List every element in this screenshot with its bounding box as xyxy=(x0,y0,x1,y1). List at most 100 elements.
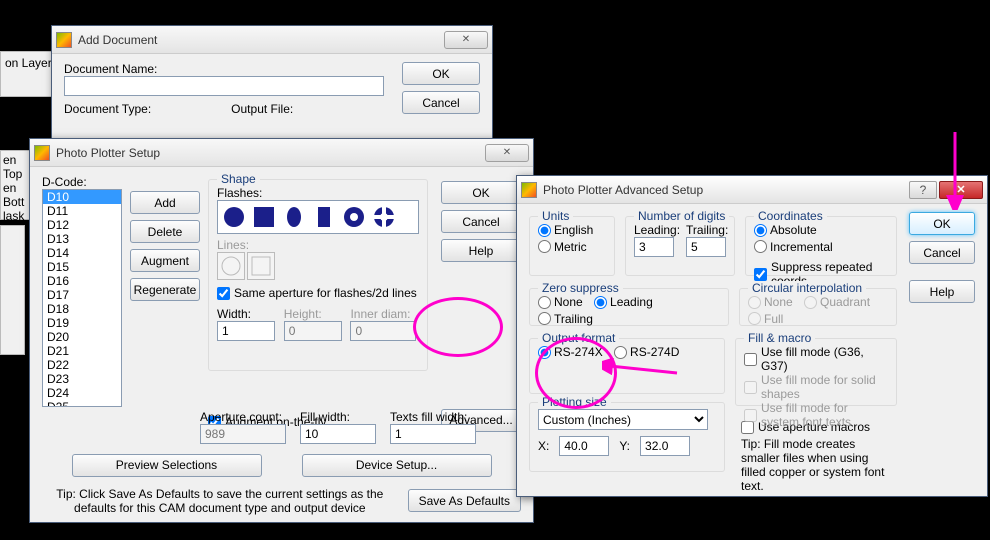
plot-x-input[interactable] xyxy=(559,436,609,456)
list-item[interactable]: D13 xyxy=(43,232,121,246)
adv-tip-text: Tip: Fill mode creates smaller files whe… xyxy=(735,437,901,493)
use-fill-checkbox[interactable] xyxy=(744,353,757,366)
photo-plotter-setup-dialog: Photo Plotter Setup ✕ D-Code: D10 D11 D1… xyxy=(29,138,534,523)
list-item[interactable]: D12 xyxy=(43,218,121,232)
app-icon xyxy=(56,32,72,48)
shape-group-label: Shape xyxy=(217,172,260,186)
fill-width-input[interactable] xyxy=(300,424,376,444)
add-doc-ok-button[interactable]: OK xyxy=(402,62,480,85)
adv-help-button[interactable]: Help xyxy=(909,280,975,303)
preview-selections-button[interactable]: Preview Selections xyxy=(72,454,262,477)
help-icon[interactable]: ? xyxy=(909,181,937,199)
augment-button[interactable]: Augment xyxy=(130,249,200,272)
fill-width-label: Fill width: xyxy=(300,410,350,424)
metric-radio[interactable] xyxy=(538,240,551,253)
english-radio[interactable] xyxy=(538,224,551,237)
zero-none-label: None xyxy=(554,295,583,309)
list-item[interactable]: D25 xyxy=(43,400,121,407)
pps-help-button[interactable]: Help xyxy=(441,239,521,262)
flash-rect-icon[interactable] xyxy=(310,203,338,231)
save-defaults-button[interactable]: Save As Defaults xyxy=(408,489,521,512)
plotting-size-legend: Plotting size xyxy=(538,395,611,409)
document-name-input[interactable] xyxy=(64,76,384,96)
leading-label: Leading: xyxy=(634,223,680,237)
list-item[interactable]: D15 xyxy=(43,260,121,274)
incremental-radio[interactable] xyxy=(754,240,767,253)
bg-item-0: en Top xyxy=(3,153,22,181)
device-setup-button[interactable]: Device Setup... xyxy=(302,454,492,477)
list-item[interactable]: D11 xyxy=(43,204,121,218)
list-item[interactable]: D24 xyxy=(43,386,121,400)
list-item[interactable]: D17 xyxy=(43,288,121,302)
rs274x-radio[interactable] xyxy=(538,346,551,359)
flashes-label: Flashes: xyxy=(217,186,419,200)
texts-fill-width-input[interactable] xyxy=(390,424,476,444)
list-item[interactable]: D18 xyxy=(43,302,121,316)
add-button[interactable]: Add xyxy=(130,191,200,214)
english-label: English xyxy=(554,223,593,237)
regenerate-button[interactable]: Regenerate xyxy=(130,278,200,301)
circ-quad-label: Quadrant xyxy=(820,295,870,309)
metric-label: Metric xyxy=(554,240,587,254)
pps-cancel-button[interactable]: Cancel xyxy=(441,210,521,233)
same-aperture-checkbox[interactable] xyxy=(217,287,230,300)
circ-full-label: Full xyxy=(764,312,783,326)
flash-circle-icon[interactable] xyxy=(220,203,248,231)
flash-square-icon[interactable] xyxy=(250,203,278,231)
trailing-input[interactable] xyxy=(686,237,726,257)
suppress-coords-checkbox[interactable] xyxy=(754,268,767,281)
circ-none-radio xyxy=(748,296,761,309)
document-type-label: Document Type: xyxy=(64,102,151,116)
rs274d-radio[interactable] xyxy=(614,346,627,359)
zero-trailing-radio[interactable] xyxy=(538,312,551,325)
list-item[interactable]: D20 xyxy=(43,330,121,344)
rs274x-label: RS-274X xyxy=(554,345,603,359)
flash-oval-icon[interactable] xyxy=(280,203,308,231)
zero-none-radio[interactable] xyxy=(538,296,551,309)
width-input[interactable] xyxy=(217,321,275,341)
list-item[interactable]: D19 xyxy=(43,316,121,330)
plot-y-input[interactable] xyxy=(640,436,690,456)
list-item[interactable]: D10 xyxy=(43,190,121,204)
list-item[interactable]: D14 xyxy=(43,246,121,260)
list-item[interactable]: D22 xyxy=(43,358,121,372)
close-icon[interactable]: ✕ xyxy=(485,144,529,162)
list-item[interactable]: D23 xyxy=(43,372,121,386)
circ-full-radio xyxy=(748,312,761,325)
trailing-label: Trailing: xyxy=(686,223,728,237)
aperture-count-input xyxy=(200,424,286,444)
leading-input[interactable] xyxy=(634,237,674,257)
flash-thermal-icon[interactable] xyxy=(370,203,398,231)
units-legend: Units xyxy=(538,209,573,223)
flash-donut-icon[interactable] xyxy=(340,203,368,231)
output-format-legend: Output format xyxy=(538,331,619,345)
dcode-listbox[interactable]: D10 D11 D12 D13 D14 D15 D16 D17 D18 D19 … xyxy=(42,189,122,407)
close-icon[interactable]: ✕ xyxy=(939,181,983,199)
zero-leading-radio[interactable] xyxy=(594,296,607,309)
list-item[interactable]: D16 xyxy=(43,274,121,288)
line-round-icon xyxy=(217,252,245,280)
zero-suppress-legend: Zero suppress xyxy=(538,281,623,295)
circ-quad-radio xyxy=(804,296,817,309)
list-item[interactable]: D21 xyxy=(43,344,121,358)
num-digits-legend: Number of digits xyxy=(634,209,729,223)
height-input xyxy=(284,321,342,341)
close-icon[interactable]: ✕ xyxy=(444,31,488,49)
pps-ok-button[interactable]: OK xyxy=(441,181,521,204)
add-doc-cancel-button[interactable]: Cancel xyxy=(402,91,480,114)
document-name-label: Document Name: xyxy=(64,62,157,76)
pps-tip-text: Tip: Click Save As Defaults to save the … xyxy=(42,487,398,515)
app-icon xyxy=(521,182,537,198)
absolute-radio[interactable] xyxy=(754,224,767,237)
delete-button[interactable]: Delete xyxy=(130,220,200,243)
adv-cancel-button[interactable]: Cancel xyxy=(909,241,975,264)
dcode-label: D-Code: xyxy=(42,175,87,189)
adv-titlebar: Photo Plotter Advanced Setup ? ✕ xyxy=(517,176,987,204)
circ-none-label: None xyxy=(764,295,793,309)
adv-ok-button[interactable]: OK xyxy=(909,212,975,235)
inner-diam-input xyxy=(350,321,416,341)
zero-leading-label: Leading xyxy=(610,295,653,309)
plotting-size-combo[interactable]: Custom (Inches) xyxy=(538,409,708,430)
circular-legend: Circular interpolation xyxy=(748,281,866,295)
coords-legend: Coordinates xyxy=(754,209,827,223)
